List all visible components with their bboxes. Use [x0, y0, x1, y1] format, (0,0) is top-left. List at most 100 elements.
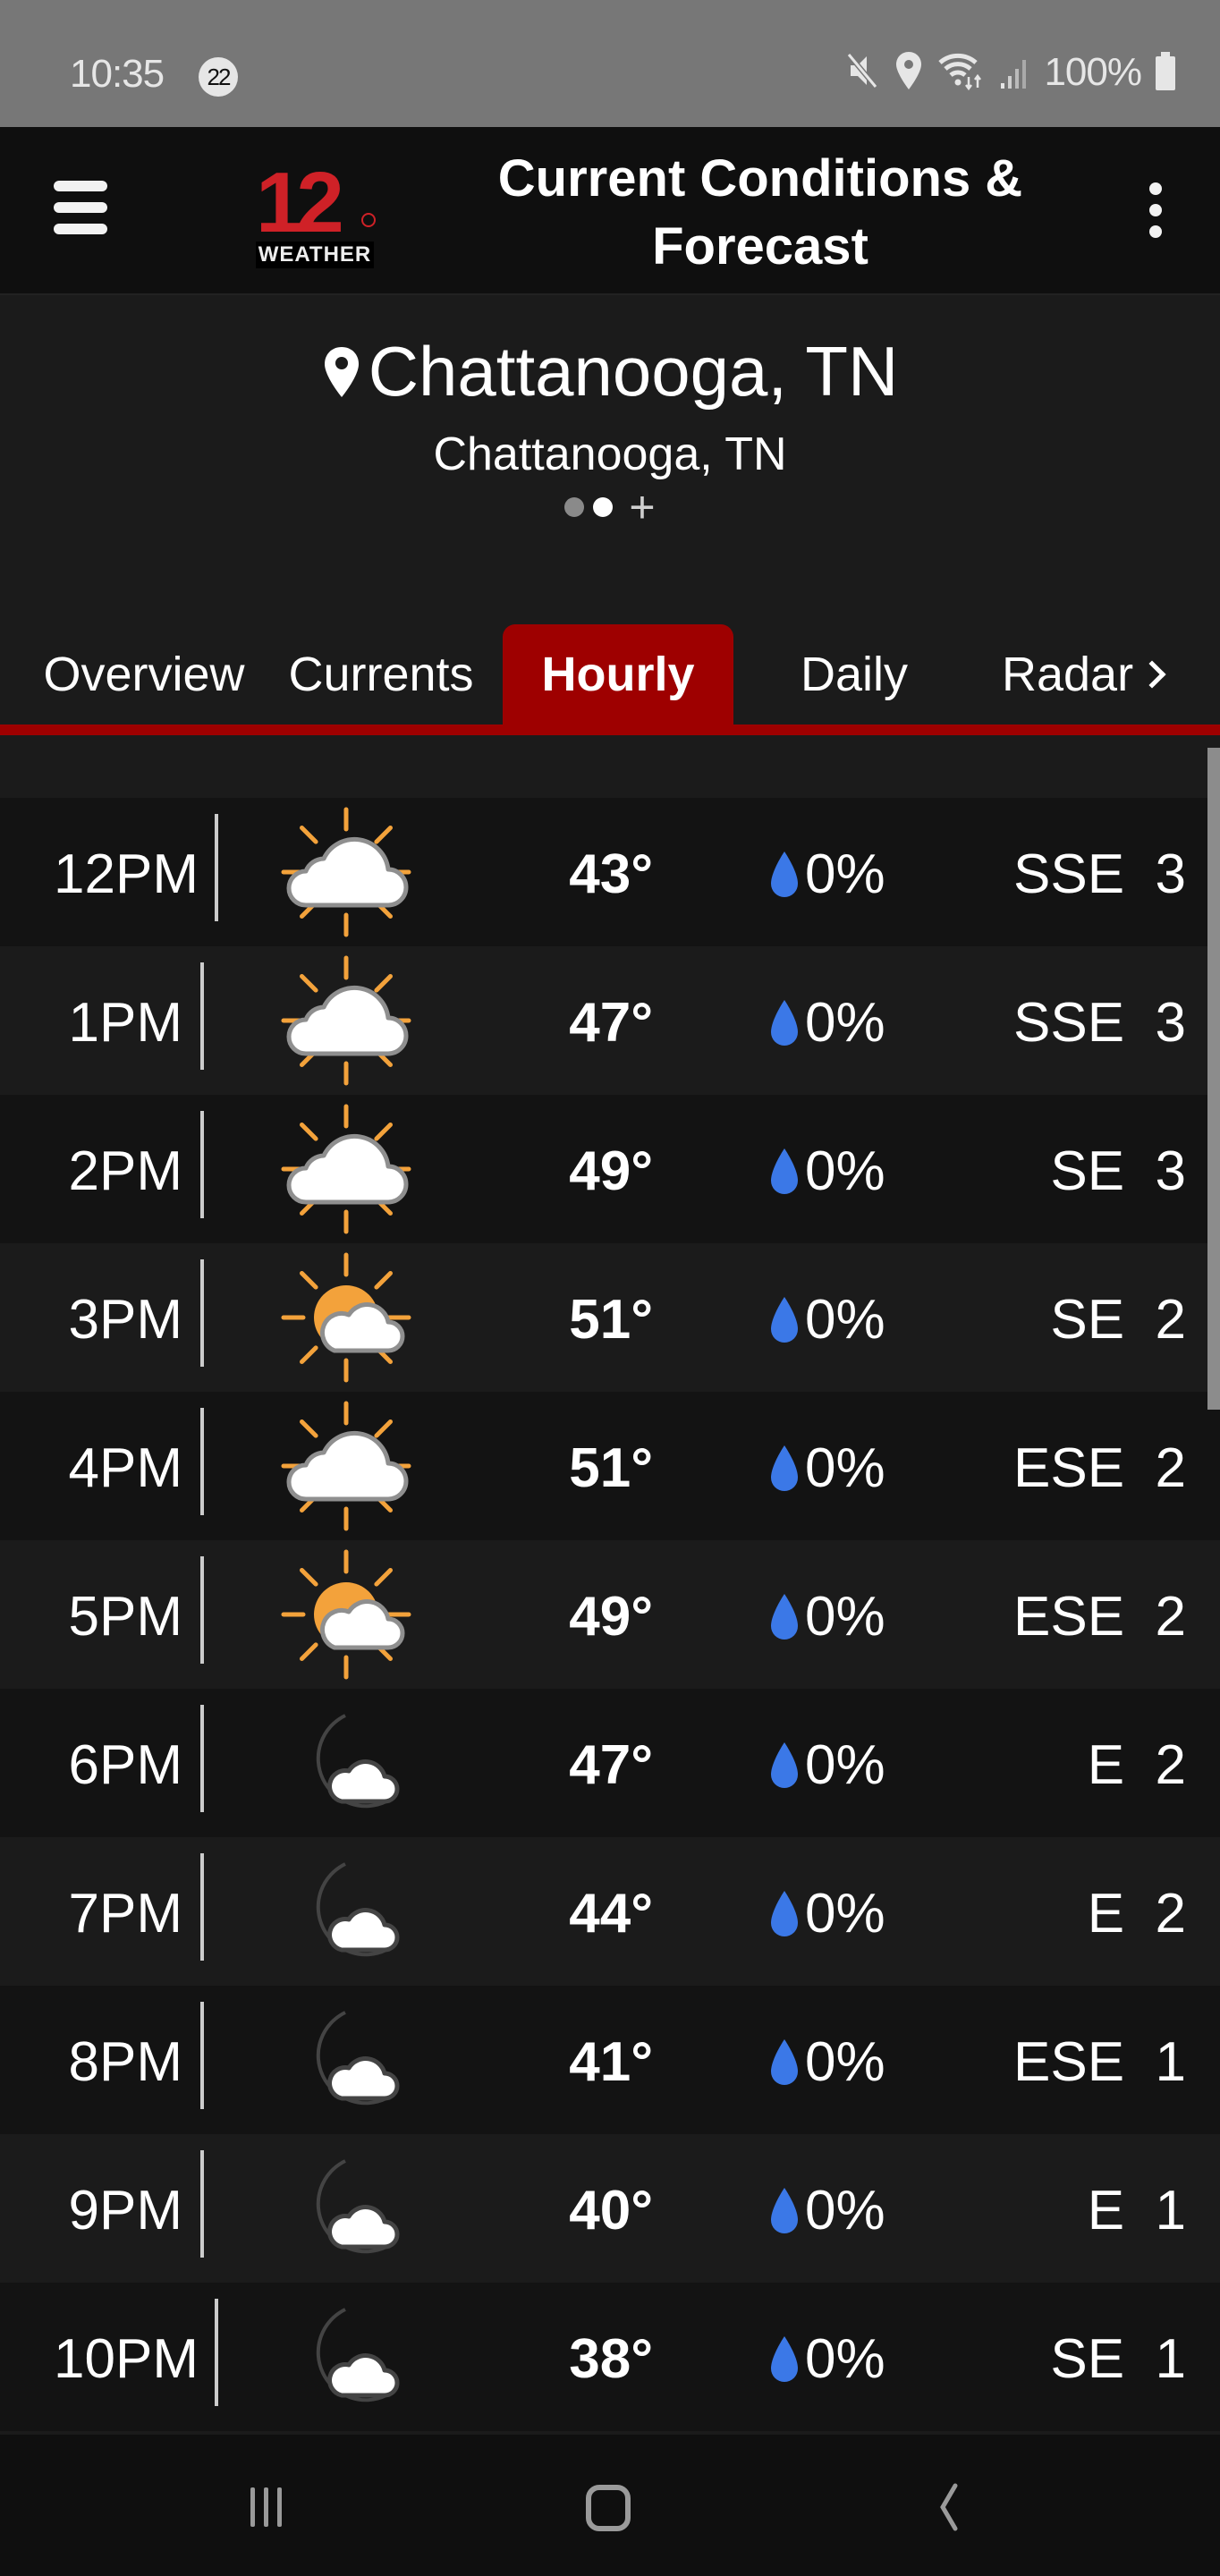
rain-drop-icon	[767, 2038, 801, 2088]
mostly-cloudy-day-icon	[279, 1399, 413, 1533]
hourly-row[interactable]: 3PM 51° 0% SE 2	[0, 1243, 1220, 1392]
hourly-row[interactable]: 12PM 43° 0% SSE 3	[0, 798, 1220, 946]
hourly-row[interactable]: 2PM 49° 0% SE 3	[0, 1095, 1220, 1243]
hourly-row[interactable]: 10PM 38° 0% SE 1	[0, 2283, 1220, 2431]
hourly-list: 12PM 43° 0% SSE 3 1PM 47° 0% SSE 3 2PM 4…	[0, 735, 1220, 2435]
notification-count-badge: 22	[199, 57, 238, 97]
hourly-row[interactable]: 5PM 49° 0% ESE 2	[0, 1540, 1220, 1689]
row-divider	[200, 1556, 204, 1664]
rain-drop-icon	[767, 998, 801, 1048]
hour-label: 8PM	[68, 2031, 182, 2093]
page-dot-active[interactable]	[593, 497, 614, 517]
location-icon	[894, 50, 924, 96]
tab-overview[interactable]: Overview	[27, 624, 261, 724]
home-icon[interactable]	[563, 2467, 653, 2547]
hamburger-menu-icon[interactable]	[54, 181, 111, 238]
wind: SE 3	[1050, 1140, 1186, 1202]
rain-drop-icon	[767, 1147, 801, 1197]
precip-chance: 0%	[805, 2031, 885, 2093]
hour-label: 7PM	[68, 1883, 182, 1945]
hourly-row[interactable]: 8PM 41° 0% ESE 1	[0, 1986, 1220, 2134]
mostly-cloudy-day-icon	[279, 953, 413, 1088]
logo-word: WEATHER	[256, 242, 374, 268]
precip-chance: 0%	[805, 2180, 885, 2241]
wind: SSE 3	[1013, 992, 1186, 1054]
tab-radar-label: Radar	[1002, 648, 1134, 701]
hourly-row[interactable]: 9PM 40° 0% E 1	[0, 2134, 1220, 2283]
mostly-cloudy-day-icon	[279, 1102, 413, 1236]
partly-cloudy-night-icon	[279, 2290, 413, 2424]
wind: ESE 2	[1013, 1437, 1186, 1499]
logo-number: 12	[256, 155, 344, 250]
add-location-button[interactable]: +	[629, 485, 655, 530]
temperature: 41°	[569, 2031, 653, 2093]
location-selector[interactable]: Chattanooga, TN	[0, 331, 1220, 412]
temperature: 38°	[569, 2328, 653, 2390]
precip-chance: 0%	[805, 1883, 885, 1945]
precip-chance: 0%	[805, 992, 885, 1054]
location-pin-icon	[322, 345, 361, 399]
hour-label: 1PM	[68, 992, 182, 1054]
precip-chance: 0%	[805, 2328, 885, 2390]
status-bar: 10:35 22 100%	[0, 0, 1220, 127]
location-header: Chattanooga, TN Chattanooga, TN +	[0, 293, 1220, 546]
hour-label: 12PM	[54, 843, 199, 905]
temperature: 49°	[569, 1140, 653, 1202]
row-divider	[200, 1705, 204, 1812]
hour-label: 9PM	[68, 2180, 182, 2241]
hour-label: 2PM	[68, 1140, 182, 1202]
rain-drop-icon	[767, 2334, 801, 2385]
location-subtitle: Chattanooga, TN	[433, 428, 787, 480]
hour-label: 4PM	[68, 1437, 182, 1499]
temperature: 47°	[569, 1734, 653, 1796]
precip-chance: 0%	[805, 1734, 885, 1796]
temperature: 51°	[569, 1289, 653, 1351]
wifi-icon	[936, 50, 987, 96]
cbs-eye-icon	[361, 213, 376, 227]
more-vert-icon[interactable]	[1145, 182, 1166, 240]
page-dot[interactable]	[564, 497, 585, 517]
row-divider	[200, 1259, 204, 1367]
wind: SE 2	[1050, 1289, 1186, 1351]
hourly-row[interactable]: 6PM 47° 0% E 2	[0, 1689, 1220, 1837]
hour-label: 5PM	[68, 1586, 182, 1648]
hour-label: 10PM	[54, 2328, 199, 2390]
wind: E 2	[1087, 1734, 1186, 1796]
rain-drop-icon	[767, 1295, 801, 1345]
hourly-row[interactable]: 4PM 51° 0% ESE 2	[0, 1392, 1220, 1540]
hourly-row[interactable]: 1PM 47° 0% SSE 3	[0, 946, 1220, 1095]
status-icons: 100%	[845, 50, 1177, 95]
row-divider	[200, 2002, 204, 2109]
temperature: 44°	[569, 1883, 653, 1945]
rain-drop-icon	[767, 1889, 801, 1939]
tab-underline	[0, 724, 1220, 735]
signal-icon	[999, 51, 1031, 95]
row-divider	[215, 2299, 218, 2406]
back-icon[interactable]	[903, 2467, 993, 2547]
mute-icon	[845, 51, 881, 95]
precip-chance: 0%	[805, 1289, 885, 1351]
station-logo: 12 WEATHER	[252, 155, 377, 268]
partly-cloudy-day-icon	[279, 1547, 413, 1682]
wind: ESE 1	[1013, 2031, 1186, 2093]
temperature: 51°	[569, 1437, 653, 1499]
tab-currents[interactable]: Currents	[274, 624, 488, 724]
temperature: 47°	[569, 992, 653, 1054]
precip-chance: 0%	[805, 1586, 885, 1648]
rain-drop-icon	[767, 1444, 801, 1494]
row-divider	[200, 1111, 204, 1218]
battery-icon	[1154, 50, 1177, 96]
rain-drop-icon	[767, 2186, 801, 2236]
scrollbar[interactable]	[1207, 748, 1220, 1410]
hourly-row[interactable]: 7PM 44° 0% E 2	[0, 1837, 1220, 1986]
recent-apps-icon[interactable]	[222, 2467, 311, 2547]
partly-cloudy-night-icon	[279, 1696, 413, 1830]
tab-hourly[interactable]: Hourly	[503, 624, 733, 724]
rain-drop-icon	[767, 1592, 801, 1642]
hour-label: 6PM	[68, 1734, 182, 1796]
temperature: 40°	[569, 2180, 653, 2241]
rain-drop-icon	[767, 850, 801, 900]
tab-daily[interactable]: Daily	[769, 624, 939, 724]
mostly-cloudy-day-icon	[279, 805, 413, 939]
tab-radar[interactable]: Radar	[1002, 624, 1220, 724]
